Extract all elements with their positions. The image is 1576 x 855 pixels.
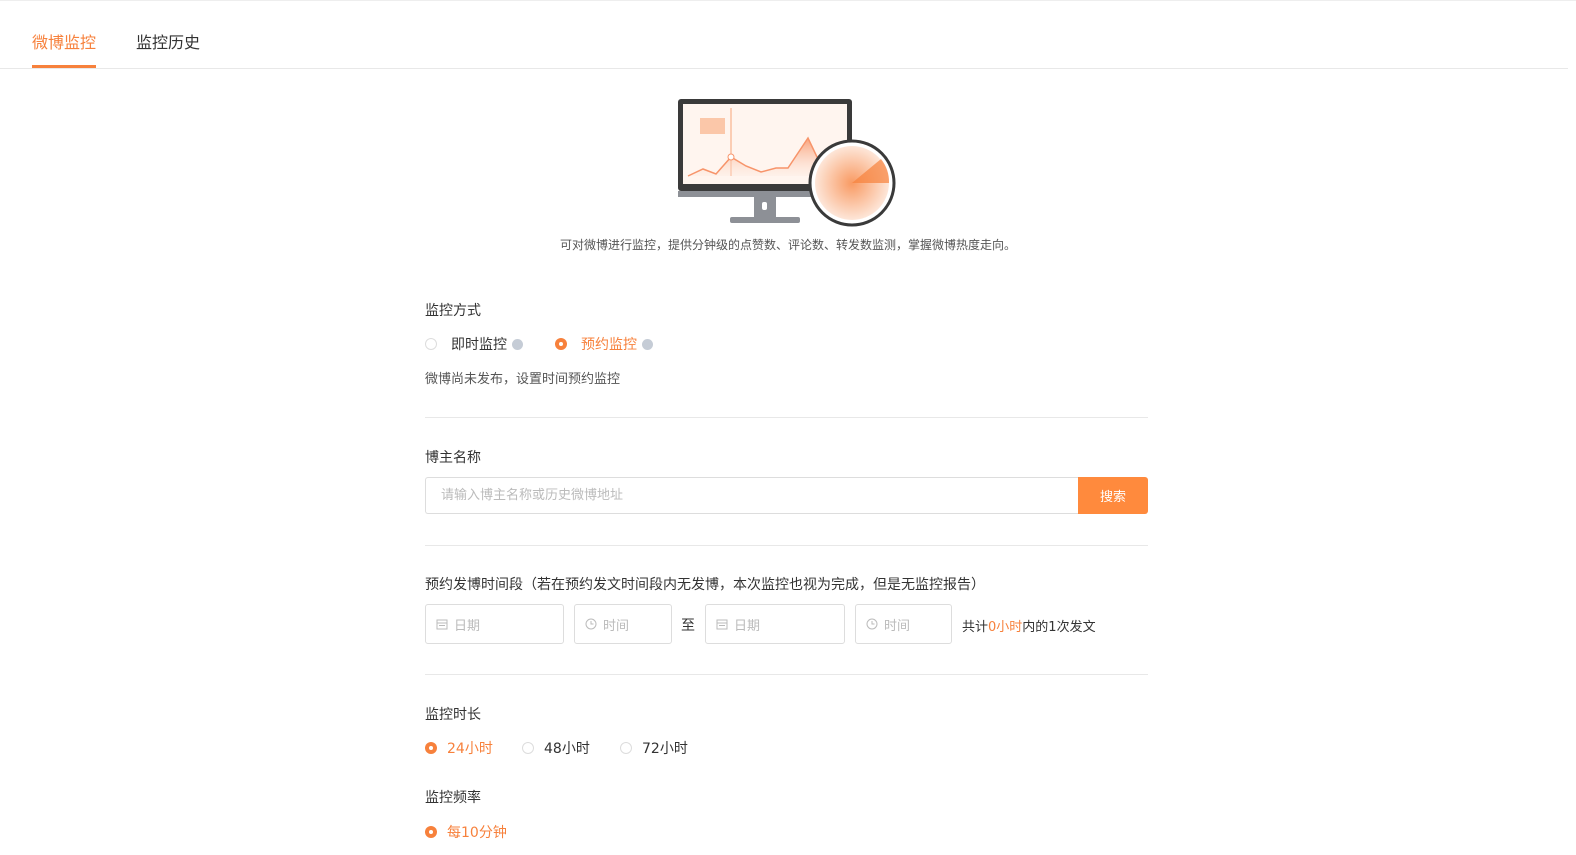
info-icon[interactable]	[642, 338, 653, 350]
radio-label: 每10分钟	[447, 825, 507, 841]
summary-suffix: 内的1次发文	[1022, 620, 1096, 635]
radio-label: 24小时	[447, 741, 493, 757]
tab-monitor-history[interactable]: 监控历史	[136, 29, 200, 53]
radio-label: 72小时	[642, 741, 688, 757]
clock-icon	[585, 618, 597, 630]
monitor-mode-label: 监控方式	[425, 303, 481, 319]
search-button[interactable]: 搜索	[1078, 477, 1148, 514]
radio-circle[interactable]	[555, 338, 567, 350]
radio-duration-72h[interactable]: 72小时	[620, 738, 688, 758]
placeholder: 时间	[884, 618, 911, 634]
intro-description: 可对微博进行监控，提供分钟级的点赞数、评论数、转发数监测，掌握微博热度走向。	[559, 238, 1016, 252]
placeholder: 时间	[603, 618, 630, 634]
start-time-picker[interactable]: 时间	[574, 604, 672, 644]
tab-weibo-monitor[interactable]: 微博监控	[32, 29, 96, 53]
monitor-illustration	[678, 99, 896, 227]
info-icon[interactable]	[512, 338, 523, 350]
divider	[425, 545, 1148, 546]
clock-icon	[866, 618, 878, 630]
range-separator: 至	[681, 618, 695, 634]
radio-circle[interactable]	[522, 742, 534, 754]
calendar-icon	[716, 619, 728, 630]
start-date-picker[interactable]: 日期	[425, 604, 564, 644]
calendar-icon	[436, 619, 448, 630]
divider	[425, 417, 1148, 418]
radio-label: 预约监控	[581, 337, 637, 353]
summary-prefix: 共计	[962, 620, 989, 635]
active-tab-indicator	[32, 65, 96, 68]
radio-circle[interactable]	[425, 742, 437, 754]
radio-instant-monitor[interactable]: 即时监控	[425, 334, 523, 354]
schedule-summary: 共计0小时内的1次发文	[962, 616, 1096, 635]
radio-circle[interactable]	[425, 338, 437, 350]
radio-label: 即时监控	[451, 337, 507, 353]
frequency-label: 监控频率	[425, 790, 481, 806]
radio-scheduled-monitor[interactable]: 预约监控	[555, 334, 653, 354]
monitor-mode-hint: 微博尚未发布，设置时间预约监控	[425, 372, 621, 387]
duration-label: 监控时长	[425, 707, 481, 723]
radio-duration-24h[interactable]: 24小时	[425, 738, 493, 758]
radio-circle[interactable]	[620, 742, 632, 754]
divider	[425, 674, 1148, 675]
blogger-search-input[interactable]	[425, 477, 1078, 514]
radio-duration-48h[interactable]: 48小时	[522, 738, 590, 758]
blogger-label: 博主名称	[425, 450, 481, 466]
end-time-picker[interactable]: 时间	[855, 604, 952, 644]
radio-frequency-10min[interactable]: 每10分钟	[425, 822, 507, 842]
placeholder: 日期	[454, 618, 481, 634]
end-date-picker[interactable]: 日期	[705, 604, 845, 644]
summary-hours: 0小时	[988, 620, 1023, 635]
tab-bar: 微博监控 监控历史	[0, 0, 1568, 69]
radio-circle[interactable]	[425, 826, 437, 838]
placeholder: 日期	[734, 618, 761, 634]
schedule-label: 预约发博时间段（若在预约发文时间段内无发博，本次监控也视为完成，但是无监控报告）	[425, 577, 985, 593]
radio-label: 48小时	[544, 741, 590, 757]
